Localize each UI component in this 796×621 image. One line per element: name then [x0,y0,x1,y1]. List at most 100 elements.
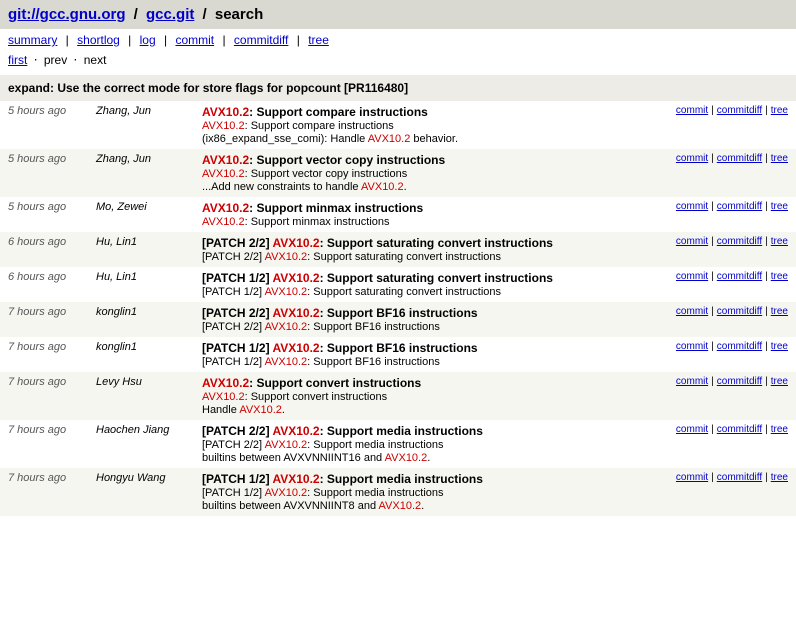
action-commit[interactable]: commit [676,376,708,387]
action-commit[interactable]: commit [676,341,708,352]
action-commitdiff[interactable]: commitdiff [717,236,762,247]
body-line-prefix: builtins between AVXVNNIINT8 and [202,500,379,512]
body-line-suffix: : Support media instructions [307,439,443,451]
action-tree[interactable]: tree [771,153,788,164]
commit-action-links: commit|commitdiff|tree [608,472,788,483]
action-tree[interactable]: tree [771,472,788,483]
avx-token: AVX10.2 [265,487,308,499]
avx-token: AVX10.2 [368,133,411,145]
nav-commitdiff[interactable]: commitdiff [234,33,288,47]
link-separator: | [708,236,717,247]
action-tree[interactable]: tree [771,424,788,435]
action-tree[interactable]: tree [771,376,788,387]
commit-body-line: AVX10.2: Support compare instructions [202,120,600,132]
body-line-suffix: : Support saturating convert instruction… [307,251,501,263]
commit-action-links: commit|commitdiff|tree [608,306,788,317]
action-tree[interactable]: tree [771,271,788,282]
commit-body-line: (ix86_expand_sse_comi): Handle AVX10.2 b… [202,133,600,145]
commit-subject-link[interactable]: AVX10.2: Support convert instructions [202,376,421,390]
commit-body-line: [PATCH 2/2] AVX10.2: Support media instr… [202,439,600,451]
avx-token: AVX10.2 [202,153,249,167]
nav-tree[interactable]: tree [308,33,329,47]
commit-subject-link[interactable]: [PATCH 2/2] AVX10.2: Support media instr… [202,424,483,438]
nav-commit[interactable]: commit [175,33,214,47]
action-tree[interactable]: tree [771,306,788,317]
action-tree[interactable]: tree [771,236,788,247]
subject-prefix: [PATCH 2/2] [202,236,272,250]
commit-subject-link[interactable]: [PATCH 1/2] AVX10.2: Support saturating … [202,271,553,285]
action-commit[interactable]: commit [676,472,708,483]
commit-age: 7 hours ago [8,341,88,353]
body-line-prefix: [PATCH 1/2] [202,286,265,298]
action-commitdiff[interactable]: commitdiff [717,376,762,387]
action-commit[interactable]: commit [676,105,708,116]
avx-token: AVX10.2 [202,216,245,228]
body-line-prefix: [PATCH 2/2] [202,251,265,263]
nav-shortlog[interactable]: shortlog [77,33,120,47]
repo-base-link[interactable]: git://gcc.gnu.org [8,6,126,23]
action-commitdiff[interactable]: commitdiff [717,424,762,435]
action-commitdiff[interactable]: commitdiff [717,271,762,282]
commit-action-links: commit|commitdiff|tree [608,153,788,164]
commit-body-line: [PATCH 1/2] AVX10.2: Support media instr… [202,487,600,499]
link-separator: | [762,201,771,212]
nav-separator: | [57,33,77,47]
body-line-suffix: : Support compare instructions [245,120,394,132]
commit-subject-link[interactable]: [PATCH 2/2] AVX10.2: Support BF16 instru… [202,306,478,320]
subject-suffix: : Support convert instructions [249,376,421,390]
commit-subject-link[interactable]: AVX10.2: Support vector copy instruction… [202,153,445,167]
commit-age: 5 hours ago [8,153,88,165]
link-separator: | [762,236,771,247]
body-line-prefix: [PATCH 1/2] [202,487,265,499]
subject-prefix: [PATCH 1/2] [202,271,272,285]
nav-log[interactable]: log [140,33,156,47]
action-commit[interactable]: commit [676,271,708,282]
nav-summary[interactable]: summary [8,33,57,47]
action-tree[interactable]: tree [771,105,788,116]
action-commit[interactable]: commit [676,424,708,435]
action-tree[interactable]: tree [771,341,788,352]
avx-token: AVX10.2 [265,321,308,333]
commit-subject-link[interactable]: AVX10.2: Support compare instructions [202,105,428,119]
action-commitdiff[interactable]: commitdiff [717,472,762,483]
action-commit[interactable]: commit [676,153,708,164]
action-commit[interactable]: commit [676,236,708,247]
link-separator: | [762,376,771,387]
commit-subject-link[interactable]: [PATCH 1/2] AVX10.2: Support BF16 instru… [202,341,478,355]
repo-name-link[interactable]: gcc.git [146,6,194,23]
action-commit[interactable]: commit [676,201,708,212]
action-commitdiff[interactable]: commitdiff [717,201,762,212]
commit-body-line: Handle AVX10.2. [202,404,600,416]
pager-first[interactable]: first [8,53,27,67]
path-separator: / [130,6,142,23]
body-line-suffix: . [421,500,424,512]
commit-age: 6 hours ago [8,236,88,248]
commit-title[interactable]: expand: Use the correct mode for store f… [0,75,796,101]
subject-suffix: : Support media instructions [320,472,483,486]
subject-prefix: [PATCH 2/2] [202,424,272,438]
commit-row: 5 hours agoMo, ZeweiAVX10.2: Support min… [0,197,796,232]
body-line-suffix: : Support BF16 instructions [307,321,440,333]
commit-row: 7 hours agokonglin1[PATCH 1/2] AVX10.2: … [0,337,796,372]
commit-subject-link[interactable]: [PATCH 1/2] AVX10.2: Support media instr… [202,472,483,486]
link-separator: | [708,424,717,435]
link-separator: | [708,153,717,164]
body-line-suffix: : Support BF16 instructions [307,356,440,368]
commit-subject-block: AVX10.2: Support minmax instructionsAVX1… [202,201,600,228]
commit-age: 7 hours ago [8,376,88,388]
action-commitdiff[interactable]: commitdiff [717,105,762,116]
subject-suffix: : Support media instructions [320,424,483,438]
avx-token: AVX10.2 [379,500,422,512]
body-line-suffix: : Support convert instructions [245,391,387,403]
action-commit[interactable]: commit [676,306,708,317]
action-commitdiff[interactable]: commitdiff [717,153,762,164]
action-tree[interactable]: tree [771,201,788,212]
action-commitdiff[interactable]: commitdiff [717,341,762,352]
body-line-prefix: [PATCH 2/2] [202,321,265,333]
commit-body-line: builtins between AVXVNNIINT16 and AVX10.… [202,452,600,464]
avx-token: AVX10.2 [239,404,282,416]
action-commitdiff[interactable]: commitdiff [717,306,762,317]
commit-subject-link[interactable]: AVX10.2: Support minmax instructions [202,201,423,215]
commit-row: 7 hours agoLevy HsuAVX10.2: Support conv… [0,372,796,420]
commit-subject-link[interactable]: [PATCH 2/2] AVX10.2: Support saturating … [202,236,553,250]
